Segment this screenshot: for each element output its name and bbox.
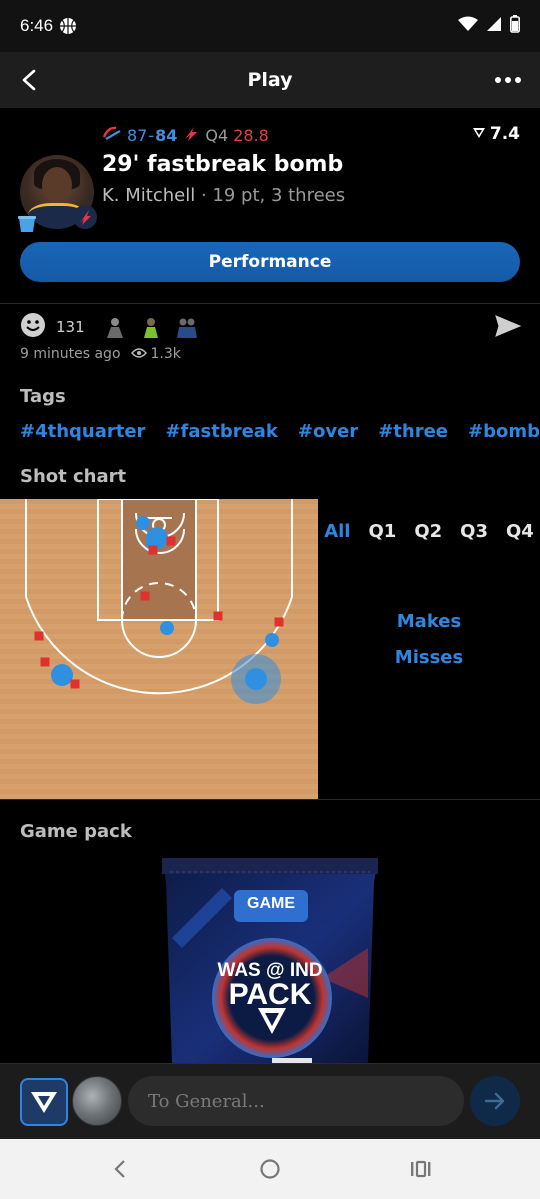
filter-makes[interactable]: Makes: [318, 611, 540, 632]
reaction-thumb-1[interactable]: [103, 315, 127, 339]
game-pack-card[interactable]: GAME WAS @ IND PACK: [162, 858, 378, 1063]
filter-q3[interactable]: Q3: [460, 521, 488, 542]
message-composer: [0, 1063, 540, 1139]
tags-list: #4thquarter #fastbreak #over #three #bom…: [20, 421, 540, 442]
status-bar: 6:46: [0, 0, 540, 52]
section-divider: [0, 799, 540, 800]
app-bar: Play: [0, 52, 540, 108]
time-ago: 9 minutes ago: [20, 346, 121, 362]
performance-button[interactable]: Performance: [20, 242, 520, 282]
cell-signal-icon: [486, 16, 502, 37]
filter-q2[interactable]: Q2: [414, 521, 442, 542]
score-line: 87 - 84 Q4 28.8: [102, 124, 269, 146]
system-nav-bar: [0, 1139, 540, 1199]
reaction-count: 131: [56, 318, 85, 336]
reactions-row: 131: [20, 312, 520, 342]
tag-item[interactable]: #4thquarter: [20, 421, 145, 442]
fever-logo-small-icon: [182, 124, 200, 146]
tag-item[interactable]: #bomb: [468, 421, 540, 442]
filter-q1[interactable]: Q1: [368, 521, 396, 542]
quarter: Q4: [205, 125, 229, 145]
views-count: 1.3k: [150, 346, 181, 362]
away-score: 87: [127, 125, 148, 145]
wifi-icon: [458, 16, 478, 37]
wizards-logo-icon: [102, 125, 122, 145]
shot-make-marker: [265, 633, 279, 647]
shot-chart-court[interactable]: [0, 498, 318, 799]
page-title: Play: [247, 69, 293, 91]
shot-miss-marker: [213, 611, 223, 621]
bucket-icon: [16, 212, 38, 234]
shot-make-marker: [160, 621, 174, 635]
shot-miss-marker: [40, 657, 50, 667]
tag-item[interactable]: #over: [298, 421, 358, 442]
smiley-icon[interactable]: [20, 312, 46, 342]
more-dots-icon[interactable]: [492, 64, 524, 96]
nav-recents-icon[interactable]: [404, 1153, 436, 1185]
user-avatar[interactable]: [72, 1076, 122, 1126]
shot-chart-filters: All Q1 Q2 Q3 Q4 Makes Misses: [318, 499, 540, 799]
eye-icon: [130, 346, 147, 362]
pack-badge: GAME: [247, 895, 295, 912]
shot-make-marker: [51, 664, 73, 686]
play-header: 87 - 84 Q4 28.8 7.4 29' fastbreak bomb K…: [0, 108, 540, 304]
nav-home-icon[interactable]: [254, 1153, 286, 1185]
views: 1.3k: [130, 346, 181, 362]
tag-item[interactable]: #fastbreak: [165, 421, 277, 442]
vertical-logo-icon: [472, 124, 486, 144]
filter-all[interactable]: All: [324, 521, 350, 542]
filter-q4[interactable]: Q4: [506, 521, 534, 542]
status-time: 6:46: [20, 16, 54, 35]
quarter-filters: All Q1 Q2 Q3 Q4: [318, 521, 540, 542]
play-rating: 7.4: [472, 124, 520, 144]
shot-miss-marker: [148, 545, 158, 555]
game-clock: 28.8: [233, 125, 269, 145]
shot-miss-marker: [34, 631, 44, 641]
rating-value: 7.4: [489, 124, 520, 144]
shot-make-marker: [245, 668, 267, 690]
vertical-logo-button[interactable]: [20, 1078, 68, 1126]
home-score: 84: [155, 125, 178, 145]
tags-label: Tags: [20, 386, 66, 407]
shot-miss-marker: [140, 591, 150, 601]
nav-back-icon[interactable]: [104, 1153, 136, 1185]
battery-icon: [510, 14, 520, 38]
send-message-button[interactable]: [470, 1076, 520, 1126]
score-separator: -: [148, 125, 155, 145]
reaction-thumb-3[interactable]: [175, 315, 199, 339]
shot-miss-marker: [274, 617, 284, 627]
message-input[interactable]: [128, 1076, 464, 1126]
player-name[interactable]: K. Mitchell: [102, 185, 195, 206]
reaction-thumb-2[interactable]: [139, 315, 163, 339]
basketball-icon: [59, 17, 77, 35]
send-icon[interactable]: [494, 312, 522, 340]
play-meta: 9 minutes ago 1.3k: [20, 346, 181, 362]
game-pack-label: Game pack: [20, 821, 132, 842]
pack-title: PACK: [228, 978, 312, 1011]
play-subtitle: K. Mitchell · 19 pt, 3 threes: [102, 185, 345, 206]
shot-miss-marker: [70, 679, 80, 689]
back-arrow-icon[interactable]: [14, 64, 46, 96]
shot-make-marker: [136, 516, 150, 530]
shot-miss-marker: [166, 536, 176, 546]
fever-logo-icon: [72, 204, 98, 230]
play-title: 29' fastbreak bomb: [102, 152, 344, 177]
filter-misses[interactable]: Misses: [318, 647, 540, 668]
shot-chart-label: Shot chart: [20, 466, 127, 487]
stat-line: · 19 pt, 3 threes: [200, 185, 346, 206]
tag-item[interactable]: #three: [378, 421, 448, 442]
